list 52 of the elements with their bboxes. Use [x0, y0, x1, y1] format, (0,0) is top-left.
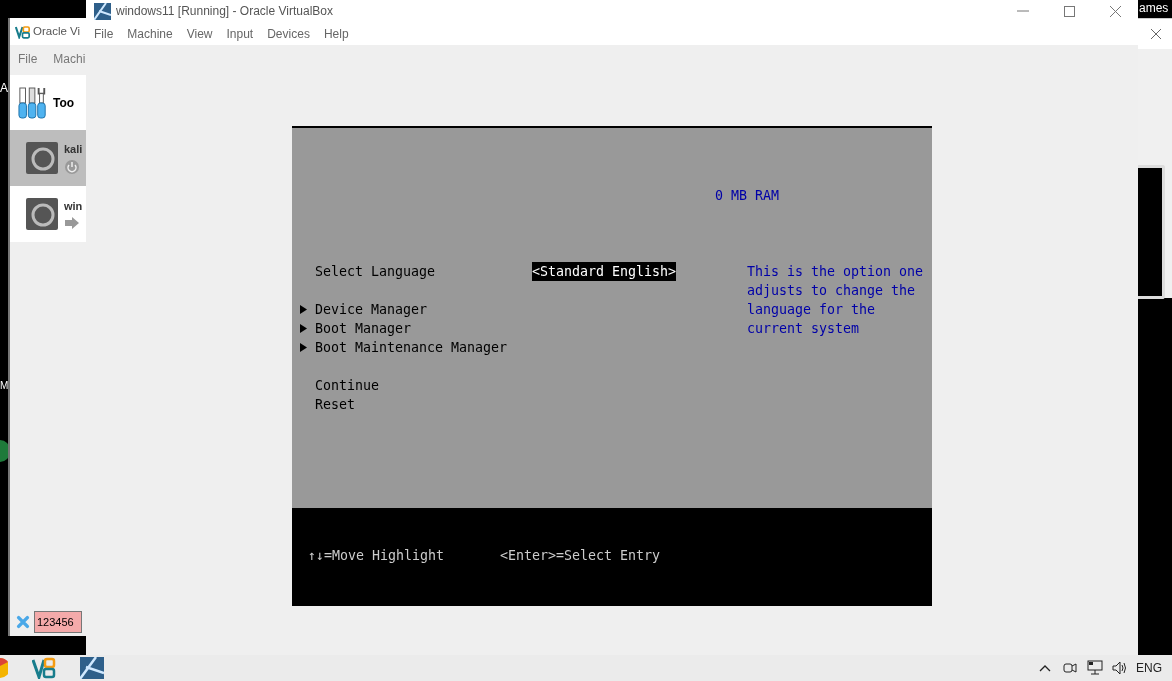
- close-icon[interactable]: [1109, 5, 1121, 17]
- os-icon: [26, 142, 58, 174]
- key-hint: <Enter>=Select Entry: [500, 546, 661, 565]
- menu-item[interactable]: Input: [226, 24, 254, 43]
- maximize-icon[interactable]: [1063, 5, 1075, 17]
- key-hint: ↑↓=Move Highlight: [308, 546, 446, 565]
- machine-name: kali: [64, 141, 83, 157]
- menu-entry[interactable]: Boot Manager: [315, 319, 412, 338]
- browser-icon[interactable]: [0, 658, 8, 678]
- vm-list-entry[interactable]: kali: [10, 130, 86, 186]
- vm-list-entry[interactable]: win: [10, 186, 86, 242]
- menu-item[interactable]: Help: [323, 24, 349, 43]
- app-logo-icon[interactable]: [32, 657, 56, 679]
- help-text: This is the option one adjusts to change the language for the current system: [747, 263, 925, 338]
- window-title: windows11 [Running] - Oracle VirtualBox: [116, 3, 333, 20]
- power-icon: [64, 159, 80, 176]
- menu-item[interactable]: File: [94, 24, 114, 43]
- option-value[interactable]: <Standard English>: [532, 262, 677, 281]
- menu-item[interactable]: Devices: [267, 24, 310, 43]
- menu-entry[interactable]: Boot Maintenance Manager: [315, 338, 508, 357]
- submenu-arrow-icon: [300, 305, 307, 314]
- app-logo-icon: [15, 24, 30, 39]
- window-title: ames: [1139, 0, 1169, 17]
- menu-item[interactable]: Machine: [127, 24, 173, 43]
- memory-info: 0 MB RAM: [715, 188, 780, 203]
- menu-item[interactable]: Machi: [53, 49, 86, 68]
- vm-icon[interactable]: [80, 657, 104, 679]
- tools-label: Too: [53, 94, 75, 112]
- menu-entry[interactable]: Device Manager: [315, 300, 428, 319]
- menu-entry[interactable]: Select Language: [315, 262, 532, 281]
- speaker-icon[interactable]: [1112, 661, 1128, 675]
- submenu-arrow-icon: [300, 324, 307, 333]
- close-icon[interactable]: [1150, 28, 1162, 40]
- menu-entry[interactable]: Continue: [315, 376, 380, 395]
- search-field[interactable]: 123456: [34, 611, 82, 633]
- tools-row[interactable]: Too: [10, 75, 86, 130]
- camera-icon[interactable]: [1063, 661, 1077, 675]
- desktop-icon-label: M: [0, 381, 9, 391]
- desktop-icon-label: A: [0, 82, 8, 94]
- machine-name: win: [64, 198, 83, 214]
- network-icon[interactable]: [1087, 660, 1103, 676]
- os-icon: [26, 198, 58, 230]
- vm-icon: [94, 2, 111, 20]
- window-title: Oracle Vi: [33, 23, 81, 39]
- tools-icon: [18, 85, 48, 120]
- language-indicator[interactable]: ENG: [1136, 659, 1162, 677]
- menu-item[interactable]: View: [186, 24, 213, 43]
- menu-item[interactable]: File: [18, 49, 38, 68]
- chevron-up-icon[interactable]: [1039, 664, 1051, 672]
- menu-entry[interactable]: Reset: [315, 395, 356, 414]
- submenu-arrow-icon: [300, 343, 307, 352]
- arrow-icon: [64, 216, 80, 231]
